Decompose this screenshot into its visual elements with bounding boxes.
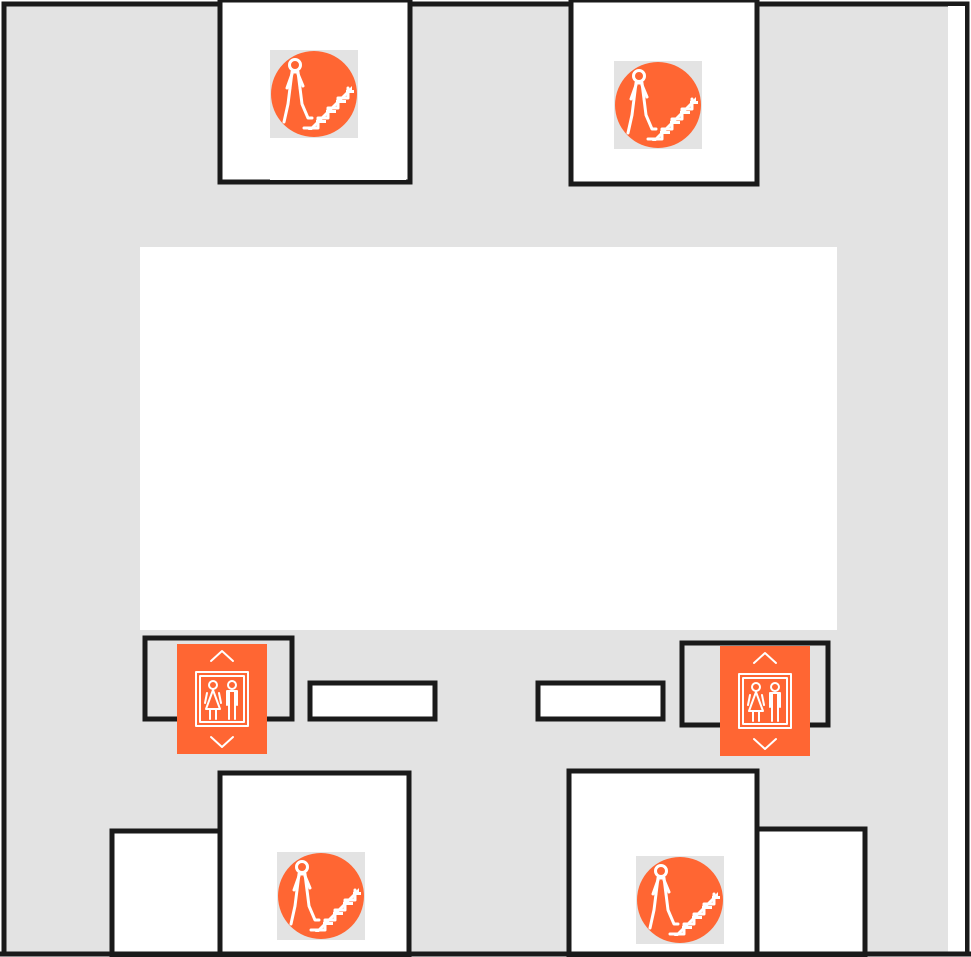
central-room xyxy=(140,247,837,630)
stairs-down-person-icon xyxy=(275,850,367,942)
stairwell-top-right xyxy=(568,0,760,187)
elevator-icon xyxy=(176,643,268,755)
floor-plan xyxy=(0,0,971,957)
stairwell-top-left xyxy=(217,0,413,185)
elevator-icon xyxy=(719,645,811,757)
counter-left xyxy=(307,680,438,722)
stairs-down-person-icon xyxy=(612,59,704,151)
counter-right xyxy=(535,680,666,722)
stairs-down-person-icon xyxy=(268,48,360,140)
floor-plan-drawing xyxy=(0,0,971,957)
stairs-down-person-icon xyxy=(634,854,726,946)
